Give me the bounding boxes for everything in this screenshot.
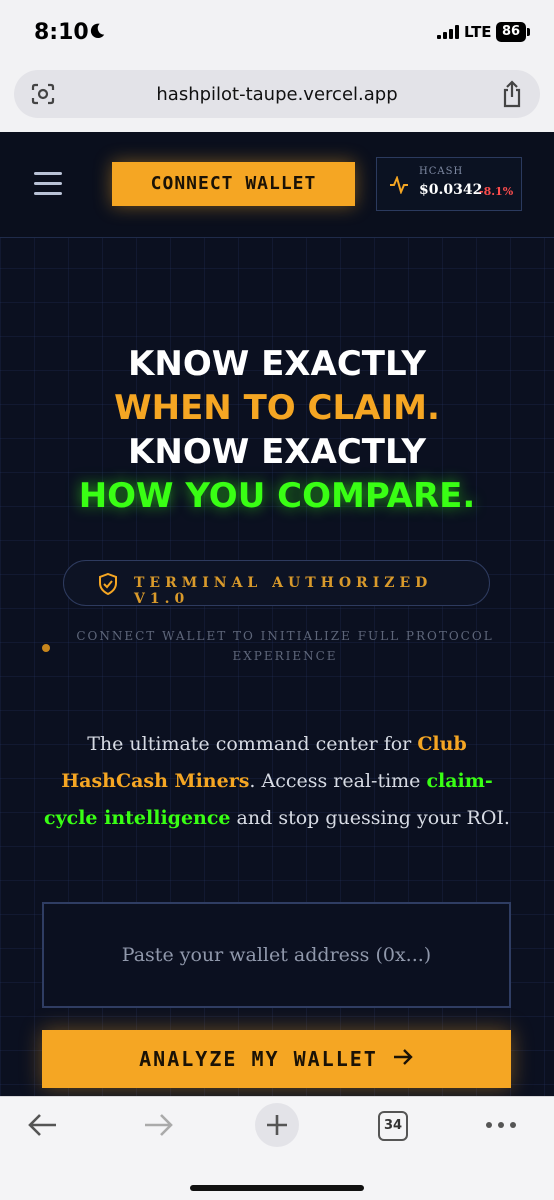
status-bar: 8:10 LTE 86 — [0, 0, 554, 66]
plus-icon — [267, 1115, 287, 1135]
description-part-2: . Access real-time — [249, 770, 427, 792]
signal-icon — [437, 25, 459, 39]
connect-wallet-button[interactable]: CONNECT WALLET — [112, 162, 355, 206]
ticker-change: -8.1% — [479, 185, 514, 198]
address-bar[interactable]: hashpilot-taupe.vercel.app — [14, 70, 540, 118]
back-arrow-icon[interactable] — [26, 1111, 58, 1139]
moon-icon — [90, 23, 105, 39]
hero-headline: KNOW EXACTLY WHEN TO CLAIM. KNOW EXACTLY… — [0, 342, 554, 518]
tab-switcher-button[interactable]: 34 — [378, 1111, 408, 1141]
shield-check-icon — [99, 573, 117, 595]
status-dot — [42, 644, 50, 652]
battery-indicator: 86 — [496, 22, 526, 42]
home-indicator — [190, 1185, 364, 1191]
browser-url-area: hashpilot-taupe.vercel.app — [0, 66, 554, 132]
description-part-1: The ultimate command center for — [87, 733, 418, 755]
url-text: hashpilot-taupe.vercel.app — [156, 84, 398, 105]
ticker-symbol: HCASH — [419, 166, 464, 177]
browser-toolbar: 34 — [0, 1096, 554, 1200]
web-content: CONNECT WALLET HCASH $0.0342 -8.1% KNOW … — [0, 132, 554, 1096]
price-ticker: HCASH $0.0342 -8.1% — [376, 157, 522, 211]
site-header: CONNECT WALLET HCASH $0.0342 -8.1% — [0, 132, 554, 238]
description-part-3: and stop guessing your ROI. — [230, 807, 510, 829]
new-tab-button[interactable] — [255, 1103, 299, 1147]
arrow-right-icon — [393, 1049, 413, 1065]
hero-description: The ultimate command center for Club Has… — [40, 726, 514, 837]
hamburger-menu-icon[interactable] — [34, 172, 62, 196]
connect-wallet-note: CONNECT WALLET TO INITIALIZE FULL PROTOC… — [76, 629, 494, 663]
wallet-address-input[interactable] — [42, 902, 511, 1008]
network-type: LTE — [464, 23, 492, 41]
more-options-icon[interactable] — [485, 1121, 517, 1129]
terminal-authorized-text: TERMINAL AUTHORIZED V1.0 — [134, 575, 433, 607]
hero-line-4: HOW YOU COMPARE. — [78, 476, 476, 516]
analyze-wallet-label: ANALYZE MY WALLET — [139, 1047, 378, 1071]
hero-line-1: KNOW EXACTLY — [128, 344, 426, 384]
analyze-wallet-button[interactable]: ANALYZE MY WALLET — [42, 1030, 511, 1088]
status-time: 8:10 — [34, 20, 89, 45]
terminal-authorized-badge: TERMINAL AUTHORIZED V1.0 — [63, 560, 490, 607]
share-icon[interactable] — [500, 80, 524, 108]
hero-line-2: WHEN TO CLAIM. — [114, 388, 440, 428]
activity-icon — [390, 176, 408, 194]
ticker-price: $0.0342 — [419, 182, 483, 198]
hero-line-3: KNOW EXACTLY — [128, 432, 426, 472]
forward-arrow-icon[interactable] — [143, 1111, 175, 1139]
battery-nub — [527, 28, 530, 36]
